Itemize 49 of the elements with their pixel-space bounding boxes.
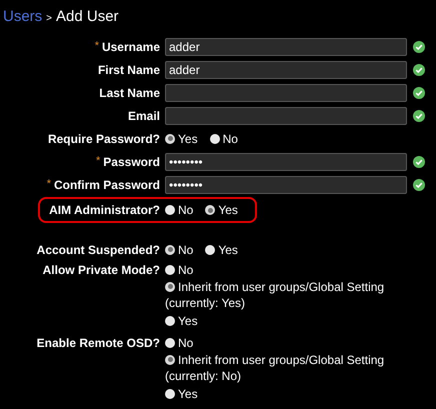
required-asterisk: * <box>94 39 99 54</box>
password-field[interactable]: •••••••• <box>165 176 407 194</box>
password-field[interactable]: •••••••• <box>165 152 407 170</box>
option-label[interactable]: No <box>222 130 238 148</box>
radio-button[interactable] <box>165 338 175 348</box>
input-field[interactable]: adder <box>165 38 407 56</box>
field-label: Account Suspended? <box>36 242 160 258</box>
field-label: AIM Administrator? <box>49 202 160 219</box>
radio-button[interactable] <box>165 205 175 215</box>
required-asterisk: * <box>96 154 100 170</box>
setting-note: (currently: No) <box>165 368 242 385</box>
input-field[interactable] <box>165 84 407 102</box>
breadcrumb-separator: > <box>46 12 52 26</box>
radio-button[interactable] <box>205 205 216 215</box>
field-label: Last Name <box>99 84 160 102</box>
radio-button[interactable] <box>165 282 175 292</box>
radio-button[interactable] <box>165 316 175 326</box>
radio-button[interactable] <box>205 244 216 254</box>
field-label: Username <box>102 38 160 56</box>
option-label[interactable]: No <box>178 240 194 258</box>
option-label[interactable]: Yes <box>218 201 238 219</box>
option-label[interactable]: Yes <box>178 130 198 148</box>
input-field[interactable]: adder <box>165 60 407 78</box>
option-label[interactable]: Inherit from user groups/Global Setting <box>178 278 384 296</box>
radio-button[interactable] <box>165 354 175 364</box>
radio-button[interactable] <box>165 244 175 254</box>
radio-button[interactable] <box>210 134 220 144</box>
field-label: Require Password? <box>48 130 160 148</box>
page-title: Add User <box>56 7 119 27</box>
field-label: First Name <box>98 62 160 78</box>
option-label[interactable]: Yes <box>218 240 238 258</box>
field-label: Email <box>128 108 160 124</box>
radio-button[interactable] <box>165 388 175 398</box>
field-label: Password <box>103 154 160 170</box>
field-label: Enable Remote OSD? <box>36 334 160 352</box>
option-label[interactable]: Inherit from user groups/Global Setting <box>178 350 384 368</box>
setting-note: (currently: Yes) <box>165 295 246 312</box>
required-asterisk: * <box>46 177 51 192</box>
radio-button[interactable] <box>165 134 175 144</box>
radio-button[interactable] <box>165 264 175 274</box>
option-label[interactable]: No <box>178 260 194 278</box>
option-label[interactable]: Yes <box>178 384 198 402</box>
option-label[interactable]: No <box>178 201 194 219</box>
field-label: Allow Private Mode? <box>42 262 160 278</box>
field-label: Confirm Password <box>54 176 160 194</box>
option-label[interactable]: Yes <box>178 312 198 330</box>
breadcrumb-link[interactable]: Users <box>3 6 42 28</box>
input-field[interactable] <box>165 106 407 124</box>
option-label[interactable]: No <box>178 334 194 352</box>
